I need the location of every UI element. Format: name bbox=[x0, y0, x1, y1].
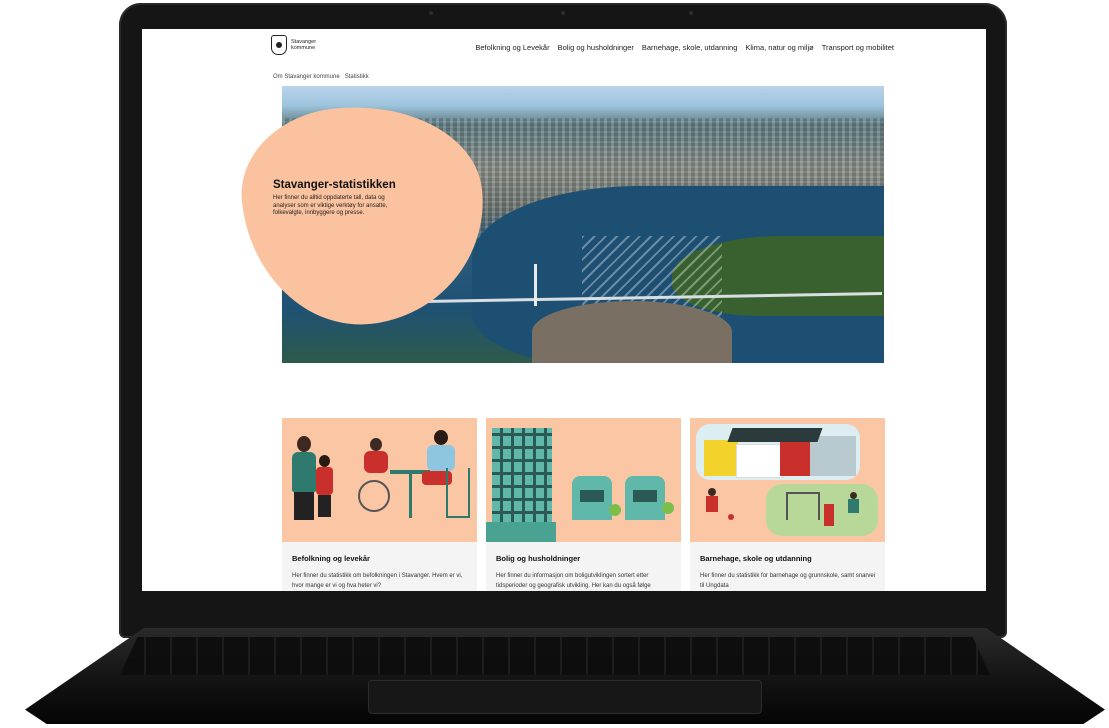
nav-item-transport[interactable]: Transport og mobilitet bbox=[822, 43, 894, 52]
breadcrumb-item[interactable]: Statistikk bbox=[345, 74, 369, 80]
card-description: Her finner du informasjon om boligutvikl… bbox=[496, 573, 651, 589]
card-title: Befolkning og levekår bbox=[292, 554, 370, 563]
card-description: Her finner du statistikk om befolkningen… bbox=[292, 573, 463, 589]
building-grey bbox=[810, 436, 856, 476]
apartment-building bbox=[492, 428, 552, 524]
playground-area bbox=[766, 484, 878, 536]
roof bbox=[727, 428, 823, 442]
logo-line-2: kommune bbox=[291, 45, 316, 51]
bridge-pylon bbox=[534, 264, 537, 306]
table-leg bbox=[409, 474, 412, 518]
nav-item-barnehage[interactable]: Barnehage, skole, utdanning bbox=[642, 43, 738, 52]
card-illustration bbox=[486, 418, 681, 542]
logo-text: Stavanger kommune bbox=[291, 39, 316, 52]
page-title: Stavanger-statistikken bbox=[273, 179, 396, 191]
breadcrumb: Om Stavanger kommune Statistikk bbox=[273, 74, 369, 80]
hero-text: Stavanger-statistikken Her finner du all… bbox=[273, 179, 403, 218]
nav-item-klima[interactable]: Klima, natur og miljø bbox=[745, 43, 813, 52]
person-head bbox=[370, 438, 382, 451]
person-head bbox=[434, 430, 448, 445]
browser-screen: Stavanger kommune Befolkning og Levekår … bbox=[142, 29, 986, 591]
person-body bbox=[292, 452, 316, 492]
child-body bbox=[316, 467, 333, 495]
building-yellow bbox=[704, 440, 738, 476]
nav-item-befolkning[interactable]: Befolkning og Levekår bbox=[475, 43, 549, 52]
coat-of-arms-icon bbox=[271, 35, 287, 55]
trackpad bbox=[368, 680, 762, 714]
card-title: Bolig og husholdninger bbox=[496, 554, 581, 563]
main-nav: Befolkning og Levekår Bolig og husholdni… bbox=[475, 43, 894, 52]
building-base bbox=[486, 522, 556, 542]
site-logo[interactable]: Stavanger kommune bbox=[271, 35, 316, 55]
island bbox=[532, 301, 732, 363]
tree-icon bbox=[662, 502, 674, 514]
building-white bbox=[736, 444, 784, 478]
hero-lead: Her finner du alltid oppdaterte tall, da… bbox=[273, 195, 388, 216]
slide-tower bbox=[824, 504, 834, 526]
child-head bbox=[319, 455, 330, 467]
child-body bbox=[706, 496, 718, 512]
child-body bbox=[848, 499, 859, 513]
keyboard bbox=[120, 637, 990, 675]
swing-set bbox=[786, 492, 820, 520]
wheelchair-icon bbox=[358, 480, 390, 512]
person-head bbox=[297, 436, 311, 452]
ball-icon bbox=[728, 514, 734, 520]
card-barnehage[interactable]: Barnehage, skole og utdanning Her finner… bbox=[690, 418, 885, 591]
nav-item-bolig[interactable]: Bolig og husholdninger bbox=[558, 43, 634, 52]
camera-dot bbox=[561, 11, 565, 15]
building-red bbox=[780, 442, 814, 476]
child-legs bbox=[318, 495, 331, 517]
person-body bbox=[364, 451, 388, 473]
house-window bbox=[580, 490, 604, 502]
card-description: Her finner du statistikk for barnehage o… bbox=[700, 573, 876, 589]
laptop-frame: Stavanger kommune Befolkning og Levekår … bbox=[0, 0, 1109, 728]
camera-dot bbox=[689, 11, 693, 15]
chair bbox=[446, 468, 470, 518]
card-illustration bbox=[282, 418, 477, 542]
person-legs bbox=[294, 492, 314, 520]
card-illustration bbox=[690, 418, 885, 542]
child-head bbox=[850, 492, 857, 499]
card-title: Barnehage, skole og utdanning bbox=[700, 554, 812, 563]
card-bolig[interactable]: Bolig og husholdninger Her finner du inf… bbox=[486, 418, 681, 591]
child-head bbox=[708, 488, 716, 496]
camera-dot bbox=[429, 11, 433, 15]
card-befolkning[interactable]: Befolkning og levekår Her finner du stat… bbox=[282, 418, 477, 591]
breadcrumb-item[interactable]: Om Stavanger kommune bbox=[273, 74, 340, 80]
house-window bbox=[633, 490, 657, 502]
tree-icon bbox=[609, 504, 621, 516]
